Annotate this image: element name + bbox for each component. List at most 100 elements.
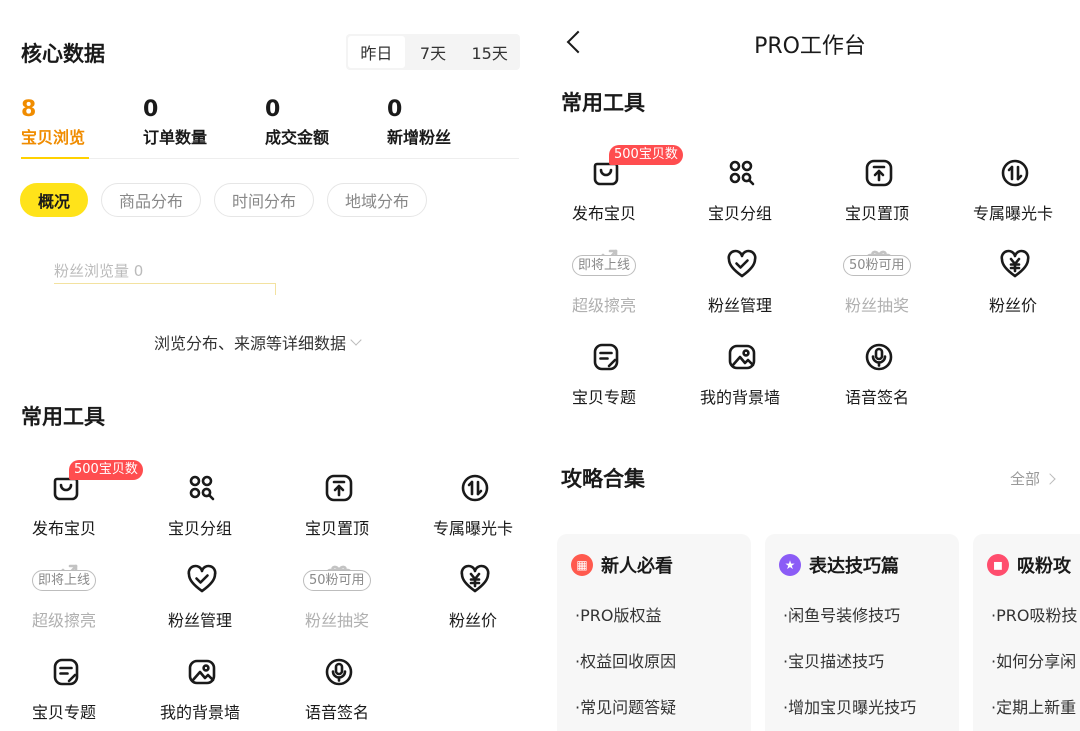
stat-value: 0 <box>387 97 403 122</box>
stat-value: 0 <box>265 97 281 122</box>
tool-grid-search[interactable]: 宝贝分组 <box>132 472 268 552</box>
tool-label: 语音签名 <box>304 703 369 722</box>
guide-item[interactable]: ·增加宝贝曝光技巧 <box>783 694 916 718</box>
tool-label: 专属曝光卡 <box>432 519 513 538</box>
tool-heart-check[interactable]: 粉丝管理 <box>672 249 808 329</box>
guide-card-header: ▦ 新人必看 <box>571 552 673 578</box>
chevron-right-icon <box>1044 472 1056 485</box>
tool-label: 粉丝抽奖 <box>844 296 909 315</box>
guide-item[interactable]: ·闲鱼号装修技巧 <box>783 602 900 626</box>
stat-new-fans[interactable]: 0 新增粉丝 <box>387 96 451 150</box>
tool-label: 宝贝分组 <box>707 204 772 223</box>
guide-item[interactable]: ·常见问题答疑 <box>575 694 676 718</box>
exposure-card-icon <box>459 472 491 504</box>
tool-image[interactable]: 我的背景墙 <box>132 656 268 731</box>
tool-heart-yen[interactable]: 粉丝价 <box>945 249 1080 329</box>
guide-item[interactable]: ·PRO版权益 <box>575 602 661 626</box>
note-icon <box>50 656 82 688</box>
pin-top-icon <box>863 157 895 189</box>
tool-pin-top[interactable]: 宝贝置顶 <box>269 472 405 552</box>
tool-bag[interactable]: 500宝贝数 发布宝贝 <box>540 145 683 237</box>
stat-views[interactable]: 8 宝贝浏览 <box>21 96 85 150</box>
tool-exposure-card[interactable]: 专属曝光卡 <box>945 157 1080 237</box>
guide-card-header: ◼ 吸粉攻 <box>987 552 1071 578</box>
image-icon <box>186 656 218 688</box>
chip-product-distribution[interactable]: 商品分布 <box>101 183 202 217</box>
chip-region-distribution[interactable]: 地域分布 <box>327 183 428 217</box>
tool-label: 语音签名 <box>844 388 909 407</box>
grid-search-icon <box>726 157 758 189</box>
guide-card-title: 表达技巧篇 <box>809 556 899 577</box>
stat-revenue[interactable]: 0 成交金额 <box>265 96 329 150</box>
tool-gift[interactable]: 50粉可用粉丝抽奖 <box>809 249 945 329</box>
status-tag: 即将上线 <box>572 255 637 276</box>
guide-card-expression[interactable]: ★ 表达技巧篇 ·闲鱼号装修技巧 ·宝贝描述技巧 ·增加宝贝曝光技巧 <box>765 534 959 731</box>
tool-bag[interactable]: 500宝贝数 发布宝贝 <box>0 460 143 552</box>
tools-grid: 500宝贝数 发布宝贝宝贝分组 宝贝置顶 专属曝光卡即将上线 超级擦亮粉丝管理 50粉可用… <box>540 145 1080 437</box>
status-tag: 50粉可用 <box>843 255 911 276</box>
chip-overview[interactable]: 概况 <box>20 183 89 217</box>
tool-note[interactable]: 宝贝专题 <box>0 656 132 731</box>
tool-microphone[interactable]: 语音签名 <box>269 656 405 731</box>
bookmark-icon: ◼ <box>987 554 1009 576</box>
tool-heart-check[interactable]: 粉丝管理 <box>132 564 268 644</box>
tool-microphone[interactable]: 语音签名 <box>809 341 945 421</box>
note-icon <box>590 341 622 373</box>
heart-yen-icon <box>459 564 491 596</box>
tool-label: 粉丝价 <box>448 611 497 630</box>
guide-card-fans[interactable]: ◼ 吸粉攻 ·PRO吸粉技 ·如何分享闲 ·定期上新重 <box>973 534 1080 731</box>
tool-polish[interactable]: 即将上线 超级擦亮 <box>540 249 672 329</box>
stat-label: 成交金额 <box>265 128 330 147</box>
tool-pin-top[interactable]: 宝贝置顶 <box>809 157 945 237</box>
guide-item[interactable]: ·权益回收原因 <box>575 648 676 672</box>
detail-data-link[interactable]: 浏览分布、来源等详细数据 <box>154 330 362 354</box>
tool-exposure-card[interactable]: 专属曝光卡 <box>405 472 540 552</box>
star-icon: ★ <box>779 554 801 576</box>
stat-value: 0 <box>143 97 159 122</box>
chart-label: 粉丝浏览量 0 <box>54 262 144 280</box>
grid-icon: ▦ <box>571 554 593 576</box>
page-title: PRO工作台 <box>754 34 866 59</box>
guide-item[interactable]: ·宝贝描述技巧 <box>783 648 884 672</box>
guide-item[interactable]: ·如何分享闲 <box>991 648 1076 672</box>
exposure-card-icon <box>999 157 1031 189</box>
heart-check-icon <box>186 564 218 596</box>
tool-label: 宝贝分组 <box>167 519 232 538</box>
tool-grid-search[interactable]: 宝贝分组 <box>672 157 808 237</box>
guide-card-newcomer[interactable]: ▦ 新人必看 ·PRO版权益 ·权益回收原因 ·常见问题答疑 <box>557 534 751 731</box>
view-all-link[interactable]: 全部 <box>1010 468 1056 489</box>
guide-item[interactable]: ·PRO吸粉技 <box>991 602 1077 626</box>
stat-label: 宝贝浏览 <box>21 128 86 147</box>
chip-time-distribution[interactable]: 时间分布 <box>214 183 315 217</box>
status-tag: 50粉可用 <box>303 570 371 591</box>
microphone-icon <box>323 656 355 688</box>
tool-polish[interactable]: 即将上线 超级擦亮 <box>0 564 132 644</box>
distribution-chips: 概况 商品分布 时间分布 地域分布 <box>20 183 428 217</box>
guides-title: 攻略合集 <box>561 467 645 491</box>
tool-label: 粉丝抽奖 <box>304 611 369 630</box>
guide-item[interactable]: ·定期上新重 <box>991 694 1076 718</box>
range-tab-yesterday[interactable]: 昨日 <box>348 36 405 68</box>
range-tab-15d[interactable]: 15天 <box>461 36 518 68</box>
tool-label: 宝贝专题 <box>31 703 96 722</box>
guide-card-header: ★ 表达技巧篇 <box>779 552 899 578</box>
stats-row: 8 宝贝浏览 0 订单数量 0 成交金额 0 新增粉丝 <box>21 96 519 158</box>
grid-search-icon <box>186 472 218 504</box>
detail-data-text: 浏览分布、来源等详细数据 <box>154 334 347 353</box>
stat-orders[interactable]: 0 订单数量 <box>143 96 207 150</box>
tool-note[interactable]: 宝贝专题 <box>540 341 672 421</box>
tool-image[interactable]: 我的背景墙 <box>672 341 808 421</box>
tool-label: 粉丝管理 <box>707 296 772 315</box>
chevron-down-icon <box>350 334 362 346</box>
tool-label: 宝贝置顶 <box>844 204 909 223</box>
stat-label: 订单数量 <box>143 128 208 147</box>
status-tag: 即将上线 <box>32 570 97 591</box>
tool-heart-yen[interactable]: 粉丝价 <box>405 564 540 644</box>
tools-title: 常用工具 <box>561 91 645 115</box>
tool-gift[interactable]: 50粉可用粉丝抽奖 <box>269 564 405 644</box>
range-tab-7d[interactable]: 7天 <box>405 36 462 68</box>
date-range-tabs: 昨日 7天 15天 <box>346 34 520 70</box>
stat-value: 8 <box>21 97 37 122</box>
tools-title: 常用工具 <box>21 405 105 429</box>
tool-label: 宝贝置顶 <box>304 519 369 538</box>
